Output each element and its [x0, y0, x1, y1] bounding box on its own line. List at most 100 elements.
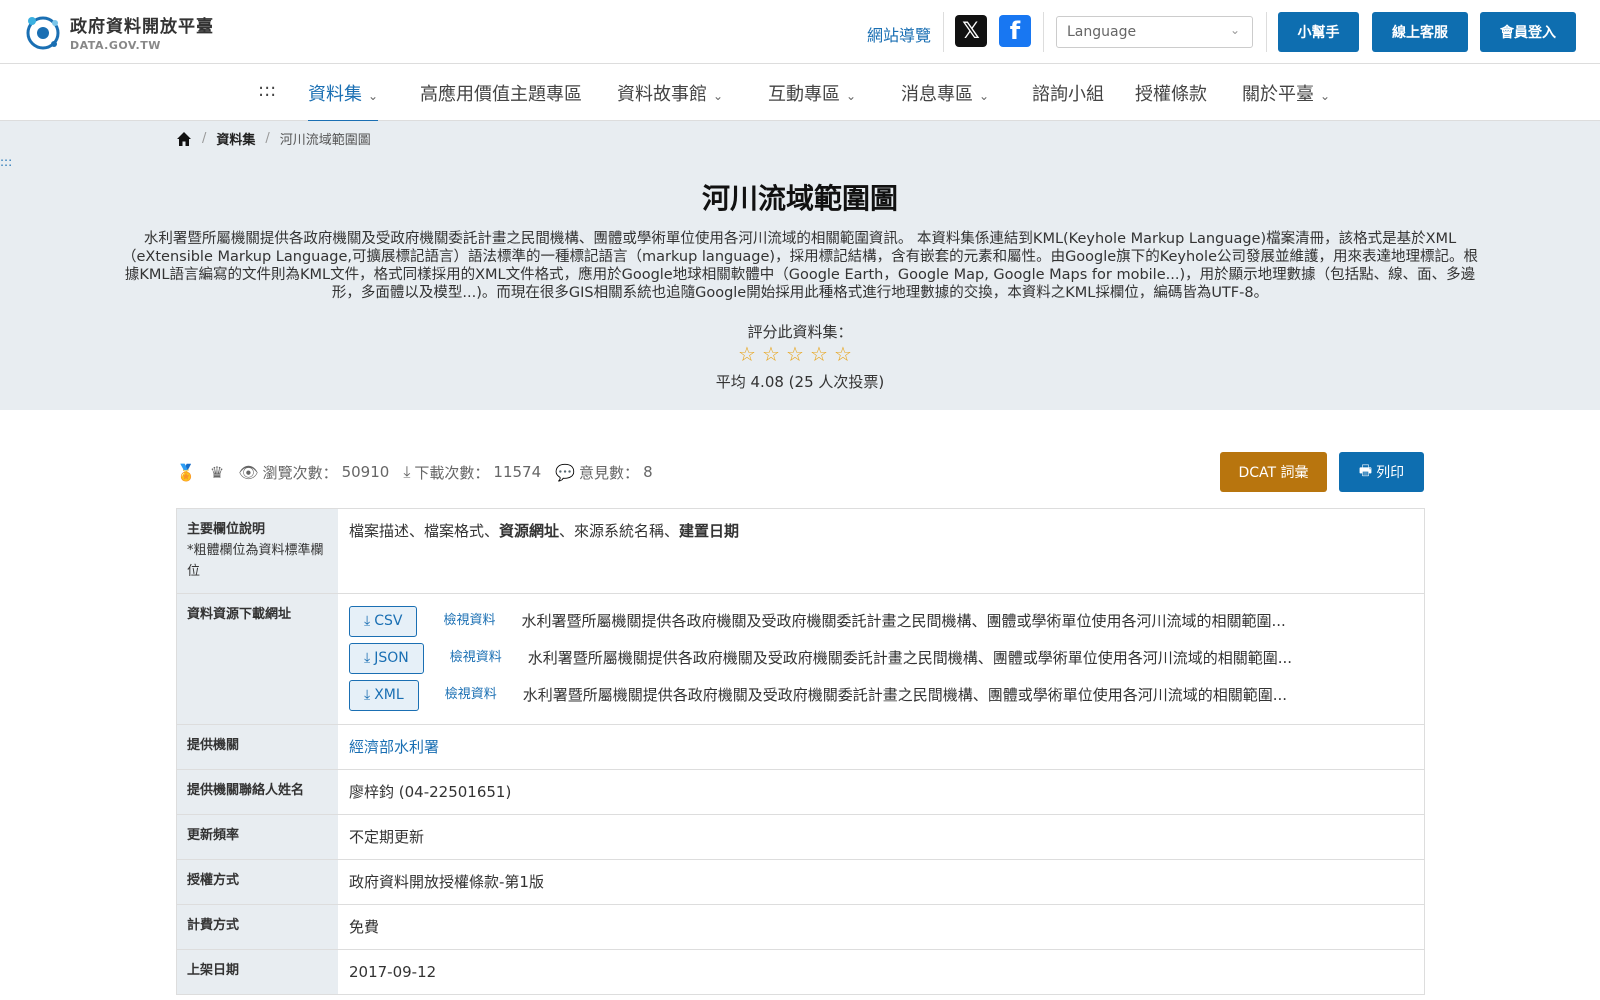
download-xml-button[interactable]: ⤓ XML — [349, 679, 419, 711]
nav-label: 資料集 — [308, 84, 362, 105]
format-label: CSV — [374, 613, 403, 629]
nav-item-data-stories[interactable]: 資料故事館 ⌄ — [617, 80, 723, 106]
x-twitter-icon[interactable]: 𝕏 — [955, 15, 987, 47]
divider — [1043, 12, 1044, 52]
views-label: 瀏覽次數： — [262, 463, 338, 482]
divider — [1266, 12, 1267, 52]
download-json-button[interactable]: ⤓ JSON — [349, 642, 424, 674]
table-row: 提供機關聯絡人姓名 廖梓鈞 (04-22501651) — [177, 770, 1424, 815]
star-icon[interactable]: ☆ — [762, 344, 781, 364]
nav-label: 授權條款 — [1135, 84, 1207, 105]
view-data-link[interactable]: 檢視資料 — [443, 610, 495, 632]
site-logo[interactable]: 政府資料開放平臺 DATA.GOV.TW — [22, 11, 214, 53]
format-label: XML — [374, 687, 404, 703]
breadcrumb-datasets[interactable]: 資料集 — [216, 129, 255, 148]
view-data-link[interactable]: 檢視資料 — [450, 647, 502, 669]
nav-item-high-value[interactable]: 高應用價值主題專區 — [420, 80, 582, 106]
breadcrumb-current: 河川流域範圍圖 — [279, 133, 371, 148]
views-count: 50910 — [341, 463, 390, 481]
main-fields-sublabel: *粗體欄位為資料標準欄位 — [187, 543, 324, 579]
resources-list: ⤓ CSV 檢視資料 水利署暨所屬機關提供各政府機關及受政府機關委託計畫之民間機構… — [338, 594, 1424, 724]
download-csv-button[interactable]: ⤓ CSV — [349, 605, 418, 637]
download-icon: ⤓ — [364, 687, 371, 703]
comments-label: 意見數： — [579, 463, 640, 482]
sitemap-link[interactable]: 網站導覽 — [867, 22, 931, 46]
download-icon: ⤓ — [364, 613, 371, 629]
comments-icon: 💬 — [555, 462, 576, 482]
main-fields-value: 檔案描述、檔案格式、資源網址、來源系統名稱、建置日期 — [338, 509, 1424, 593]
nav-label: 互動專區 — [768, 84, 840, 105]
rating-label: 評分此資料集： — [747, 323, 853, 341]
field-text: 、來源系統名稱、 — [559, 522, 680, 540]
nav-item-datasets[interactable]: 資料集 ⌄ — [308, 80, 379, 123]
main-nav: ::: 資料集 ⌄ 高應用價值主題專區 資料故事館 ⌄ 互動專區 ⌄ 消息專區 ⌄ 諮詢… — [0, 65, 1600, 123]
dcat-button[interactable]: DCAT 詞彙 — [1220, 452, 1327, 492]
member-login-button[interactable]: 會員登入 — [1480, 12, 1576, 52]
row-value: 2017-09-12 — [349, 963, 437, 981]
logo-title: 政府資料開放平臺 — [70, 17, 214, 37]
star-icon[interactable]: ☆ — [738, 344, 757, 364]
table-row: 提供機關 經濟部水利署 — [177, 725, 1424, 770]
resource-item: ⤓ JSON 檢視資料 水利署暨所屬機關提供各政府機關及受政府機關委託計畫之民間機… — [349, 642, 1413, 674]
row-value: 政府資料開放授權條款-第1版 — [349, 873, 544, 891]
dataset-stats: 🏅 ♛ 👁 瀏覽次數： 50910 ⤓ 下載次數： 11574 💬 意見數： 8 — [176, 460, 653, 484]
printer-icon: 🖶 — [1358, 463, 1373, 479]
main-fields-label: 主要欄位說明 — [187, 522, 266, 537]
row-label: 提供機關聯絡人姓名 — [177, 770, 338, 814]
nav-item-advisory[interactable]: 諮詢小組 — [1032, 80, 1104, 106]
downloads-count: 11574 — [493, 463, 542, 481]
facebook-icon[interactable]: f — [999, 15, 1031, 47]
chevron-down-icon: ⌄ — [846, 89, 857, 103]
star-icon[interactable]: ☆ — [834, 344, 853, 364]
rating-average: 平均 4.08 (25 人次投票) — [715, 373, 885, 391]
divider — [943, 12, 944, 52]
row-label: 更新頻率 — [177, 815, 338, 859]
rating-stars[interactable]: ☆ ☆ ☆ ☆ ☆ — [738, 344, 853, 364]
dataset-description: 水利署暨所屬機關提供各政府機關及受政府機關委託計畫之民間機構、團體或學術單位使用… — [122, 231, 1478, 301]
row-label: 提供機關 — [177, 725, 338, 769]
accesskey-nav[interactable]: ::: — [258, 80, 276, 101]
row-value: 不定期更新 — [349, 828, 425, 846]
nav-label: 諮詢小組 — [1032, 84, 1104, 105]
row-value: 廖梓鈞 (04-22501651) — [349, 783, 512, 801]
breadcrumb: / 資料集 / 河川流域範圍圖 — [176, 129, 371, 148]
language-select[interactable]: Language ⌄ — [1056, 16, 1253, 48]
crown-icon: ♛ — [209, 462, 225, 482]
row-label: 授權方式 — [177, 860, 338, 904]
views-stat: 👁 瀏覽次數： 50910 — [238, 462, 389, 483]
resource-description: 水利署暨所屬機關提供各政府機關及受政府機關委託計畫之民間機構、團體或學術單位使用… — [521, 612, 1286, 630]
nav-item-interactive[interactable]: 互動專區 ⌄ — [768, 80, 856, 106]
resource-item: ⤓ CSV 檢視資料 水利署暨所屬機關提供各政府機關及受政府機關委託計畫之民間機構… — [349, 605, 1413, 637]
chevron-down-icon: ⌄ — [979, 89, 990, 103]
provider-name[interactable]: 經濟部水利署 — [349, 738, 439, 756]
nav-label: 消息專區 — [901, 84, 973, 105]
comments-stat: 💬 意見數： 8 — [555, 462, 652, 483]
star-icon[interactable]: ☆ — [786, 344, 805, 364]
medal-icon: 🏅 — [176, 462, 196, 482]
helper-button[interactable]: 小幫手 — [1278, 12, 1359, 52]
print-button[interactable]: 🖶 列印 — [1339, 452, 1424, 492]
online-service-button[interactable]: 線上客服 — [1372, 12, 1468, 52]
logo-subtitle: DATA.GOV.TW — [70, 39, 161, 52]
print-label: 列印 — [1376, 465, 1405, 481]
breadcrumb-separator: / — [202, 131, 207, 146]
table-row: 上架日期 2017-09-12 — [177, 950, 1424, 995]
format-label: JSON — [374, 650, 409, 666]
nav-label: 高應用價值主題專區 — [420, 84, 582, 105]
page-title: 河川流域範圍圖 — [701, 182, 898, 215]
accesskey-content[interactable]: ::: — [0, 155, 12, 169]
home-icon[interactable] — [176, 131, 192, 147]
table-row: 資料資源下載網址 ⤓ CSV 檢視資料 水利署暨所屬機關提供各政府機關及受政府機關… — [177, 594, 1424, 725]
view-data-link[interactable]: 檢視資料 — [445, 684, 497, 706]
star-icon[interactable]: ☆ — [810, 344, 829, 364]
nav-item-license[interactable]: 授權條款 — [1135, 80, 1207, 106]
provider-link[interactable]: 經濟部水利署 — [338, 725, 1424, 769]
row-label: 上架日期 — [177, 950, 338, 994]
field-text-bold: 建置日期 — [679, 522, 740, 540]
chevron-down-icon: ⌄ — [713, 89, 724, 103]
nav-item-about[interactable]: 關於平臺 ⌄ — [1242, 80, 1330, 106]
nav-label: 資料故事館 — [617, 84, 707, 105]
resource-description: 水利署暨所屬機關提供各政府機關及受政府機關委託計畫之民間機構、團體或學術單位使用… — [527, 649, 1293, 667]
download-icon: ⤓ — [364, 650, 371, 666]
nav-item-news[interactable]: 消息專區 ⌄ — [901, 80, 989, 106]
